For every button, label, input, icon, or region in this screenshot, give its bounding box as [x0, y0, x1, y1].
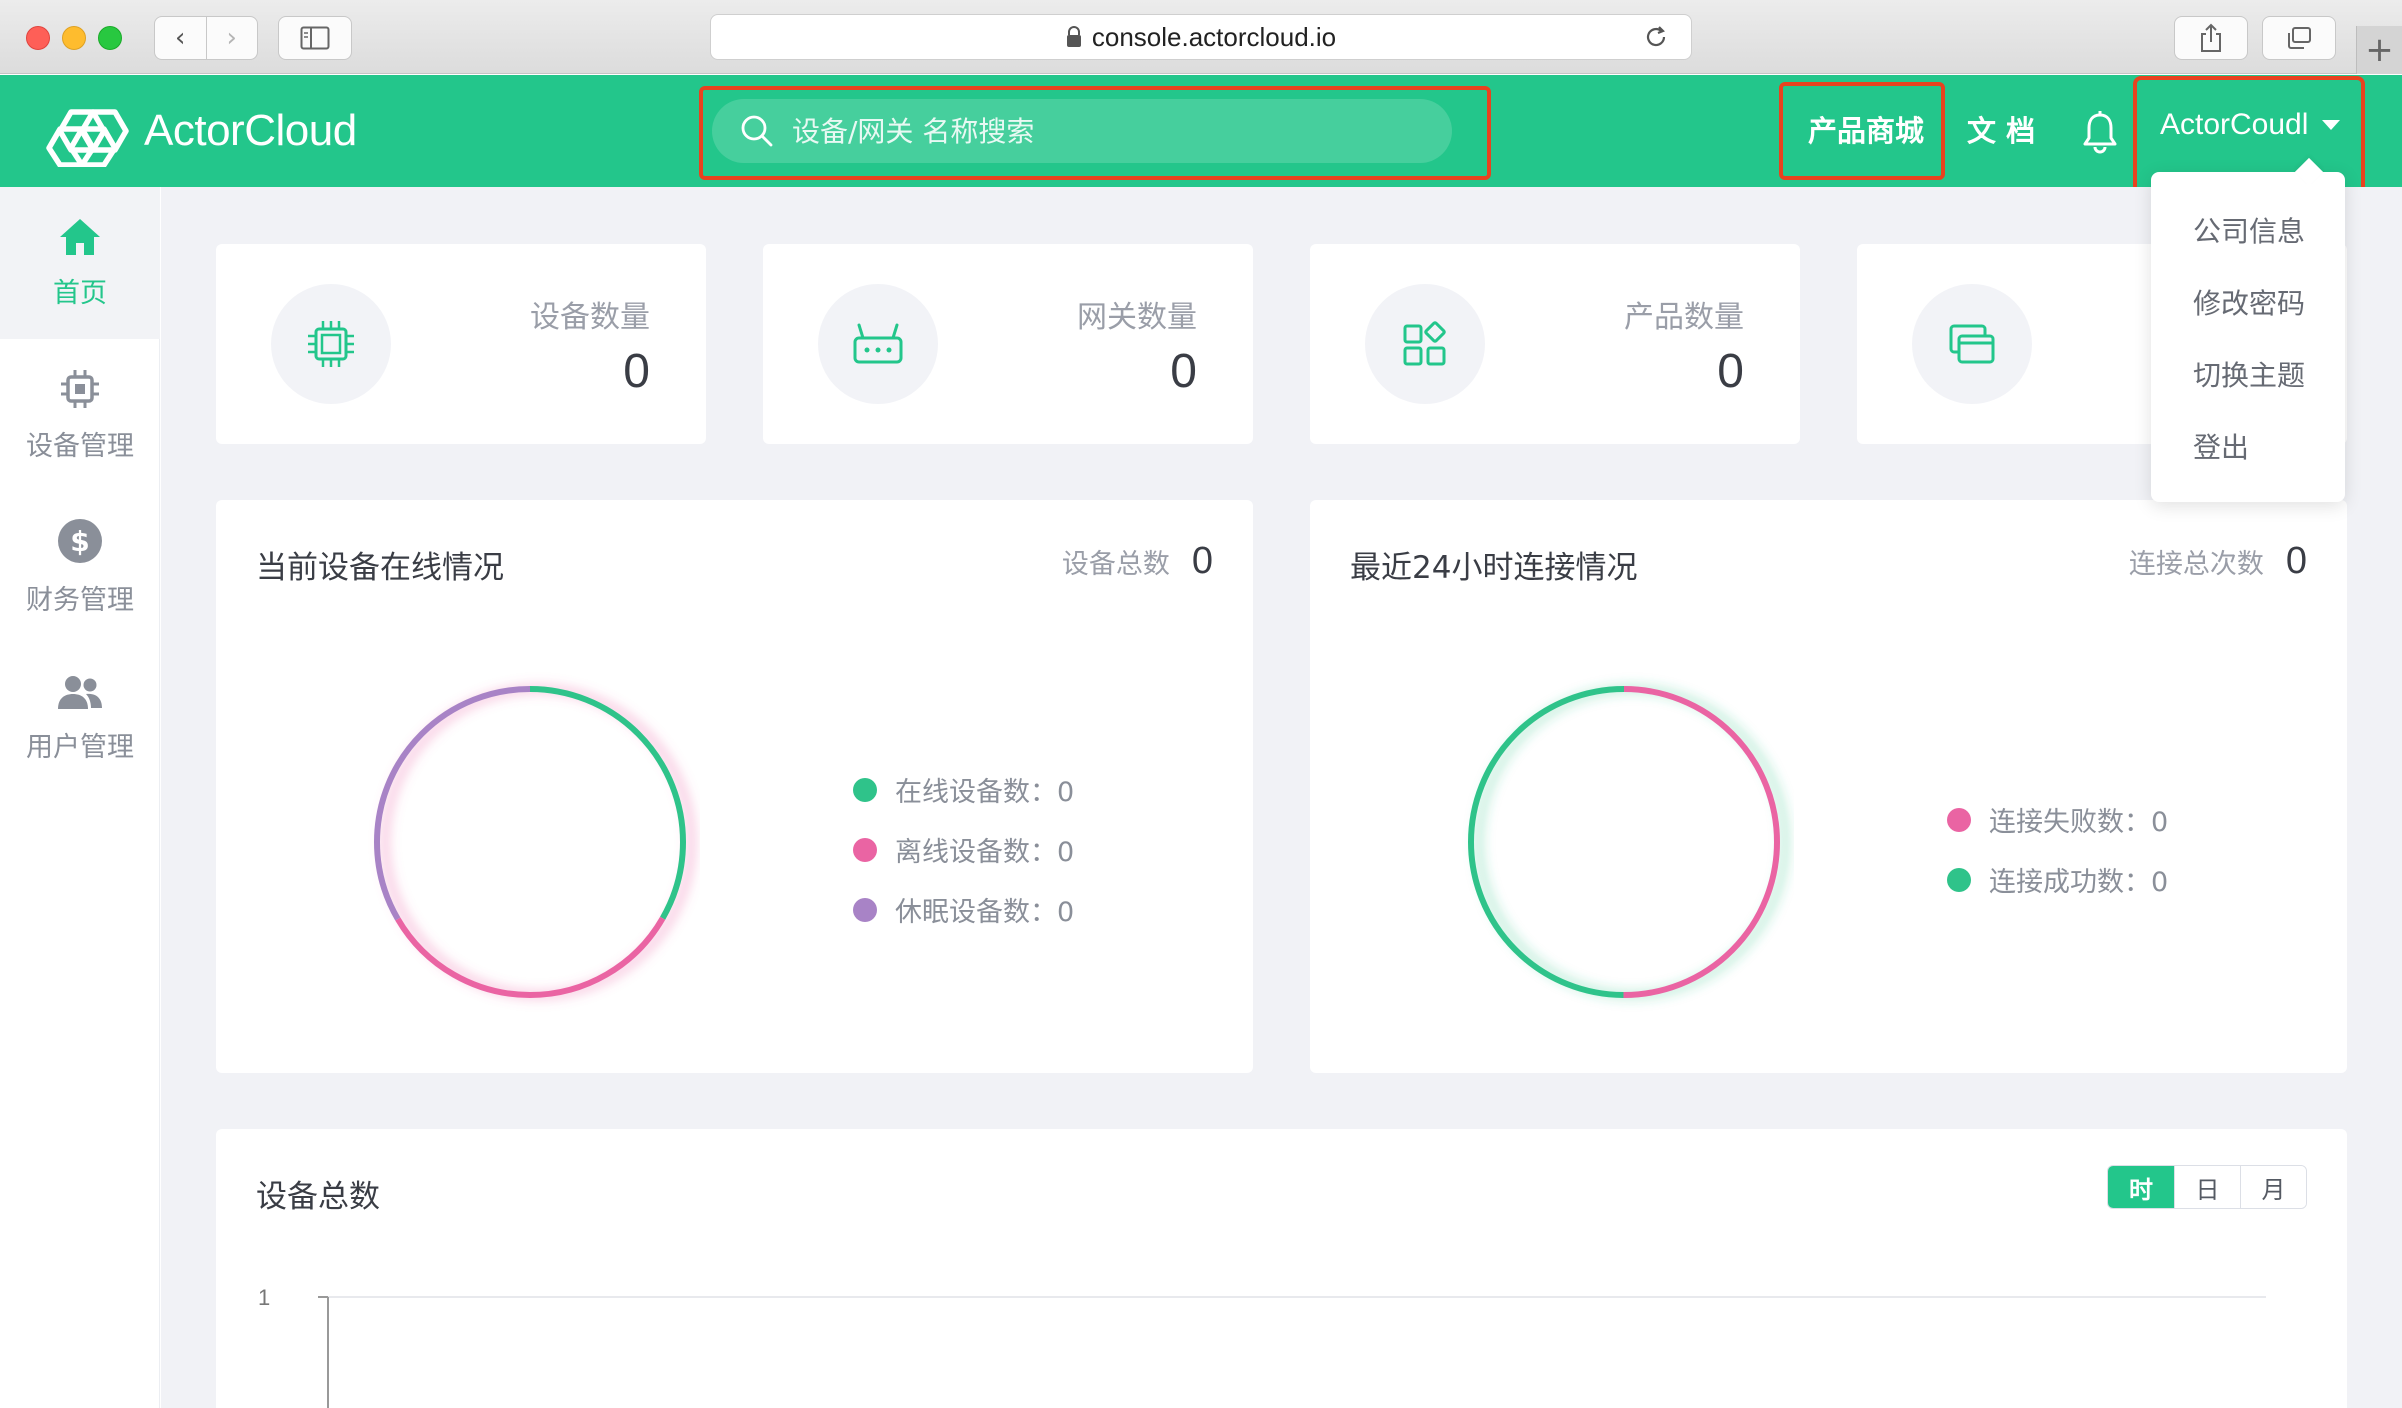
- legend-online: 在线设备数：0: [853, 770, 1074, 809]
- stat-label: 网关数量: [1077, 300, 1197, 335]
- device-total-panel: 设备总数 时 日 月 1: [216, 1129, 2347, 1408]
- legend-dot: [853, 837, 877, 862]
- sidebar-item-users[interactable]: 用户管理: [0, 643, 160, 795]
- sidebar-toggle-button[interactable]: [278, 16, 352, 60]
- user-name: ActorCoudl: [2160, 108, 2309, 141]
- panel-total: 设备总数 0: [1062, 540, 1213, 583]
- svg-text:$: $: [70, 525, 89, 558]
- legend-dot: [1947, 867, 1971, 892]
- legend-label: 连接失败数：0: [1989, 807, 2169, 838]
- sidebar-icon: [300, 26, 330, 50]
- legend-dot: [853, 777, 877, 802]
- panel-title: 最近24小时连接情况: [1350, 550, 1638, 586]
- chip-icon: [308, 321, 354, 367]
- sidebar-item-label: 设备管理: [26, 430, 134, 462]
- windows-icon: [1949, 324, 1995, 364]
- product-store-link[interactable]: 产品商城: [1808, 108, 1924, 150]
- sidebar-item-label: 财务管理: [26, 584, 134, 616]
- address-bar[interactable]: console.actorcloud.io: [710, 14, 1692, 60]
- sidebar-item-label: 用户管理: [26, 731, 134, 763]
- sidebar-item-home[interactable]: 首页: [0, 187, 160, 339]
- menu-item-change-password[interactable]: 修改密码: [2193, 282, 2305, 322]
- legend-sleep: 休眠设备数：0: [853, 890, 1074, 929]
- close-window-button[interactable]: [26, 26, 50, 50]
- stat-icon-wrap: [1912, 284, 2032, 404]
- browser-toolbar: ‹ › console.actorcloud.io +: [0, 0, 2402, 74]
- url-text: console.actorcloud.io: [1091, 21, 1337, 52]
- sidebar-nav: 首页 设备管理 $ 财务管理 用户管理: [0, 187, 160, 1408]
- share-button[interactable]: [2174, 16, 2248, 60]
- stat-icon-wrap: [271, 284, 391, 404]
- stat-value: 0: [623, 345, 650, 398]
- stat-card-gateways[interactable]: 网关数量 0: [763, 244, 1253, 444]
- users-icon: [58, 675, 102, 709]
- user-dropdown-menu: 公司信息 修改密码 切换主题 登出: [2151, 157, 2345, 502]
- apps-icon: [1403, 321, 1446, 366]
- stat-icon-wrap: [1365, 284, 1485, 404]
- panel-title: 当前设备在线情况: [256, 550, 504, 586]
- user-menu-button[interactable]: ActorCoudl: [2160, 108, 2341, 142]
- legend-dot: [1947, 807, 1971, 832]
- sidebar-item-finance[interactable]: $ 财务管理: [0, 491, 160, 643]
- connections-donut: [1468, 683, 1791, 1001]
- docs-link[interactable]: 文 档: [1967, 108, 2035, 150]
- legend-label: 离线设备数：0: [895, 837, 1075, 868]
- reload-icon[interactable]: [1643, 24, 1669, 50]
- forward-button[interactable]: ›: [205, 17, 258, 59]
- total-value: 0: [1191, 540, 1213, 582]
- dollar-icon: $: [58, 518, 102, 563]
- share-icon: [2201, 23, 2221, 52]
- legend-failed: 连接失败数：0: [1947, 800, 2168, 839]
- search-input[interactable]: [792, 114, 1412, 148]
- lock-icon: [1066, 26, 1081, 47]
- main-content: 设备数量 0 网关数量 0 产品数量 0 当前设备在线情况 设备总数 0 在线设…: [161, 187, 2402, 1408]
- stat-value: 0: [1717, 345, 1744, 398]
- total-label: 连接总次数: [2128, 549, 2264, 580]
- device-total-chart: [318, 1296, 2266, 1408]
- legend-label: 在线设备数：0: [895, 777, 1075, 808]
- stat-card-products[interactable]: 产品数量 0: [1310, 244, 1800, 444]
- legend-dot: [853, 897, 877, 922]
- search-icon: [741, 115, 773, 147]
- new-tab-button[interactable]: +: [2356, 26, 2402, 74]
- caret-down-icon: [2322, 120, 2341, 130]
- connections-panel: 最近24小时连接情况 连接总次数 0 连接失败数：0 连接成功数：0: [1310, 500, 2347, 1073]
- tabs-overview-button[interactable]: [2262, 16, 2336, 60]
- legend-label: 连接成功数：0: [1989, 867, 2169, 898]
- device-online-panel: 当前设备在线情况 设备总数 0 在线设备数：0 离线设备数：0 休眠设备数：0: [216, 500, 1253, 1073]
- stat-label: 设备数量: [530, 300, 650, 335]
- zoom-window-button[interactable]: [98, 26, 122, 50]
- legend-label: 休眠设备数：0: [895, 897, 1075, 928]
- stat-card-devices[interactable]: 设备数量 0: [216, 244, 706, 444]
- history-nav: ‹ ›: [154, 16, 258, 60]
- home-icon: [60, 218, 100, 255]
- chip-icon: [61, 369, 99, 408]
- stat-label: 产品数量: [1624, 300, 1744, 335]
- panel-total: 连接总次数 0: [2129, 540, 2307, 583]
- device-status-donut: [374, 683, 697, 1001]
- router-icon: [853, 323, 903, 364]
- total-value: 0: [2285, 540, 2307, 582]
- menu-item-switch-theme[interactable]: 切换主题: [2193, 354, 2305, 394]
- stat-value: 0: [1170, 345, 1197, 398]
- global-search[interactable]: [712, 99, 1452, 163]
- brand-name: ActorCloud: [144, 106, 357, 155]
- minimize-window-button[interactable]: [62, 26, 86, 50]
- hexagon-logo-icon: [46, 109, 129, 167]
- sidebar-item-label: 首页: [53, 277, 107, 309]
- sidebar-item-devices[interactable]: 设备管理: [0, 339, 160, 491]
- menu-item-company-info[interactable]: 公司信息: [2193, 210, 2305, 250]
- stat-icon-wrap: [818, 284, 938, 404]
- back-button[interactable]: ‹: [155, 17, 206, 59]
- menu-item-logout[interactable]: 登出: [2193, 426, 2249, 466]
- bell-icon[interactable]: [2080, 110, 2120, 154]
- legend-offline: 离线设备数：0: [853, 830, 1074, 869]
- legend-success: 连接成功数：0: [1947, 860, 2168, 899]
- brand-logo[interactable]: ActorCloud: [38, 95, 357, 167]
- tabs-icon: [2288, 27, 2311, 49]
- total-label: 设备总数: [1061, 549, 1170, 580]
